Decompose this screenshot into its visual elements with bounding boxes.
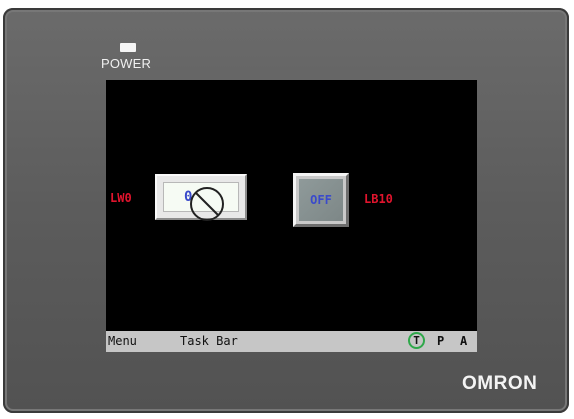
no-entry-icon [190,187,224,221]
toggle-button-label: OFF [310,193,332,207]
power-label: POWER [101,56,152,71]
numeric-input-field[interactable]: 0 [155,174,247,221]
toggle-button-face: OFF [299,179,343,221]
numeric-input-tag-label: LW0 [110,191,132,205]
power-led-icon [120,43,136,52]
taskbar-indicator-t[interactable]: T [408,332,425,349]
toggle-off-button[interactable]: OFF [293,173,349,227]
numeric-input-display: 0 [163,182,239,221]
task-bar: Menu Task Bar T P A [106,331,477,352]
hmi-screen: LW0 0 OFF LB10 Menu Task Bar T P A [106,80,477,352]
taskbar-indicator-a[interactable]: A [460,334,467,348]
toggle-button-tag-label: LB10 [364,192,393,206]
taskbar-menu-button[interactable]: Menu [108,334,137,348]
taskbar-indicator-p[interactable]: P [437,334,444,348]
taskbar-title: Task Bar [180,334,238,348]
brand-logo: OMRON [462,373,538,394]
